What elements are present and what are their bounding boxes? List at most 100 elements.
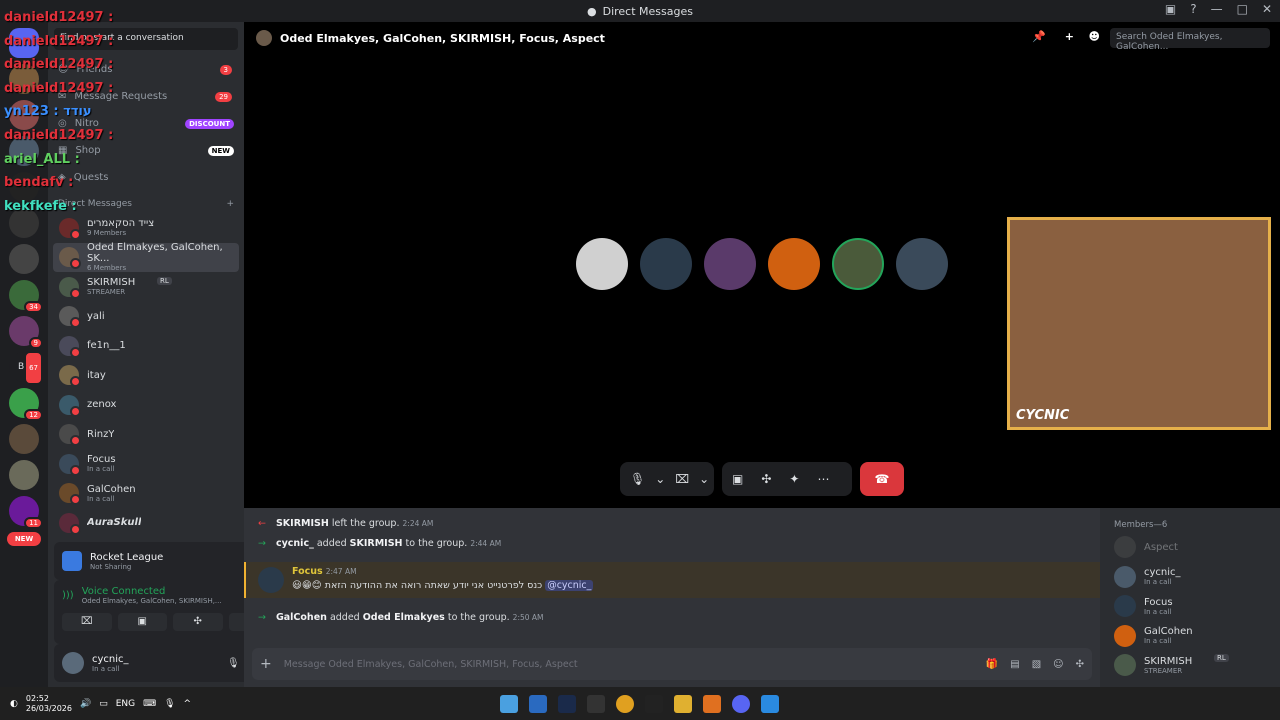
title-bar: ● Direct Messages ▣ ? — □ ✕ [0, 0, 1280, 22]
clock-date: 26/03/2026 [25, 703, 72, 713]
member-name: Focus [1144, 596, 1173, 608]
share-screen-button[interactable]: ▣ [117, 613, 167, 631]
server-icon[interactable] [9, 424, 39, 454]
member-item[interactable]: Aspect [1114, 536, 1178, 558]
app-icon[interactable] [703, 694, 721, 713]
soundboard-icon[interactable]: ✦ [789, 472, 799, 486]
activities-icon[interactable]: ✣ [761, 472, 771, 486]
add-attachment-icon[interactable]: + [260, 656, 272, 672]
search-input[interactable]: Search Oded Elmakyes, GalCohen... [1110, 28, 1270, 52]
member-list-icon[interactable]: ☻ [1089, 30, 1100, 43]
dm-item[interactable]: zenox [53, 390, 239, 420]
mic-icon[interactable]: 🎙 [630, 472, 645, 486]
app-icon[interactable] [587, 694, 605, 713]
emoji-picker-icon[interactable]: ☺ [1053, 659, 1063, 670]
server-icon[interactable]: 34 [9, 280, 43, 313]
dm-item[interactable]: GalCohen In a call [53, 479, 239, 509]
dm-item[interactable]: fe1n__1 [53, 331, 239, 361]
mic-icon[interactable]: 🎙 [164, 699, 175, 709]
member-name: Aspect [1144, 541, 1178, 553]
share-screen-icon[interactable]: ▣ [732, 472, 743, 486]
server-icon[interactable]: 12 [9, 388, 43, 421]
minimize-button[interactable]: — [1211, 2, 1223, 16]
message-user[interactable]: GalCohen [276, 612, 327, 623]
discord-icon[interactable] [732, 694, 750, 713]
message-user[interactable]: cycnic_ [276, 538, 314, 549]
overlay-chat-line: danield12497 : [4, 127, 114, 143]
member-list: Members—6 Aspect cycnic_ In a call Focus In … [1100, 508, 1280, 687]
message-target[interactable]: Oded Elmakyes [363, 612, 445, 623]
avatar [59, 276, 81, 299]
server-icon[interactable] [9, 460, 39, 490]
chevron-down-icon[interactable]: ⌄ [655, 472, 665, 486]
avatar [59, 424, 81, 447]
chevron-up-icon[interactable]: ^ [184, 699, 192, 709]
server-badge: 9 [28, 337, 43, 349]
mention[interactable]: @cycnic_ [545, 580, 594, 591]
mic-icon[interactable]: 🎙 [227, 658, 240, 669]
dm-item[interactable]: Focus In a call [53, 449, 239, 479]
windows-start-icon[interactable] [761, 694, 779, 713]
close-button[interactable]: ✕ [1262, 2, 1272, 16]
weather-icon[interactable]: ◐ [10, 699, 18, 709]
dm-item[interactable]: itay [53, 361, 239, 391]
apps-icon[interactable]: ✣ [1076, 659, 1084, 670]
hang-up-button[interactable]: ☎ [860, 462, 904, 496]
sticker-icon[interactable]: ▧ [1032, 659, 1041, 670]
add-friends-icon[interactable]: + [1065, 30, 1074, 43]
gif-icon[interactable]: ▤ [1010, 659, 1019, 670]
avatar[interactable] [62, 652, 84, 674]
file-explorer-icon[interactable] [674, 694, 692, 713]
dm-item[interactable]: RinzY [53, 420, 239, 450]
dm-item[interactable]: yali [53, 302, 239, 332]
chevron-down-icon[interactable]: ⌄ [699, 472, 709, 486]
inbox-icon[interactable]: ▣ [1165, 2, 1176, 16]
maximize-button[interactable]: □ [1237, 2, 1248, 16]
participant-avatar[interactable] [704, 238, 756, 290]
avatar[interactable] [258, 567, 284, 593]
message-user[interactable]: Focus [292, 566, 323, 577]
participant-avatar[interactable] [576, 238, 628, 290]
camera-off-button[interactable]: ⌧ [62, 613, 112, 631]
epic-games-icon[interactable] [645, 694, 663, 713]
add-dm-icon[interactable]: + [226, 199, 234, 209]
network-icon[interactable]: ▭ [99, 699, 108, 709]
steam-icon[interactable] [558, 694, 576, 713]
participant-avatar[interactable] [896, 238, 948, 290]
participant-avatar[interactable] [832, 238, 884, 290]
new-server-badge[interactable]: NEW [7, 532, 41, 546]
pin-icon[interactable]: 📌 [1032, 30, 1046, 43]
notepad-icon[interactable] [500, 694, 518, 713]
member-item[interactable]: Focus In a call [1114, 595, 1173, 617]
rocket-league-icon[interactable] [529, 694, 547, 713]
member-item[interactable]: RL SKIRMISH STREAMER [1114, 654, 1229, 676]
dm-sub: In a call [87, 494, 115, 503]
keyboard-icon[interactable]: ⌨ [143, 699, 156, 709]
message-user[interactable]: SKIRMISH [276, 518, 329, 529]
message-input[interactable]: + Message Oded Elmakyes, GalCohen, SKIRM… [252, 648, 1092, 680]
chrome-icon[interactable] [616, 694, 634, 713]
member-item[interactable]: cycnic_ In a call [1114, 565, 1181, 588]
activities-button[interactable]: ✣ [173, 613, 223, 631]
camera-off-icon[interactable]: ⌧ [675, 472, 689, 486]
gift-icon[interactable]: 🎁 [986, 659, 998, 670]
server-icon[interactable]: B-I67 [9, 351, 43, 385]
help-icon[interactable]: ? [1190, 2, 1196, 16]
server-icon[interactable]: 9 [9, 316, 43, 349]
more-icon[interactable]: ⋯ [817, 472, 829, 486]
participant-avatar[interactable] [640, 238, 692, 290]
dm-name: Focus [87, 454, 116, 466]
server-icon[interactable]: 11 [9, 496, 43, 529]
member-item[interactable]: GalCohen In a call [1114, 624, 1193, 647]
avatar [59, 483, 81, 506]
message-target[interactable]: SKIRMISH [350, 538, 403, 549]
dm-item[interactable]: AuraSkull [53, 508, 239, 538]
language-indicator[interactable]: ENG [116, 699, 135, 709]
dm-item[interactable]: Oded Elmakyes, GalCohen, SK... 6 Members [53, 242, 239, 272]
server-icon[interactable] [9, 244, 39, 274]
member-name: SKIRMISH [1144, 655, 1193, 667]
volume-icon[interactable]: 🔊 [80, 699, 91, 709]
dm-item[interactable]: SKIRMISH RL STREAMER [53, 272, 239, 302]
avatar [59, 335, 81, 358]
participant-avatar[interactable] [768, 238, 820, 290]
